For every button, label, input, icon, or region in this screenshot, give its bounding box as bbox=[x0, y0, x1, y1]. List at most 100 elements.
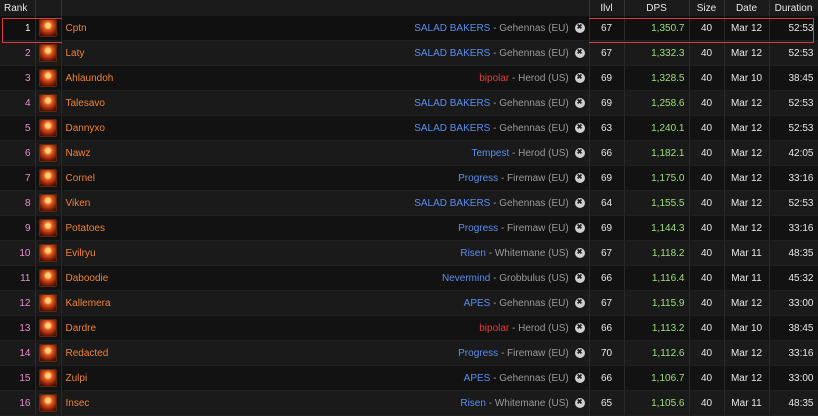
guild-link[interactable]: SALAD BAKERS bbox=[414, 98, 490, 109]
fire-mage-spec-icon bbox=[39, 344, 57, 362]
player-name-link[interactable]: Daboodie bbox=[66, 273, 109, 284]
duration-cell: 52:53 bbox=[769, 190, 818, 216]
ilvl-cell: 69 bbox=[589, 90, 625, 116]
rank-cell: 8 bbox=[0, 190, 36, 216]
table-row[interactable]: 15 Zulpi APES - Gehennas (EU) ✖ 66 1,106… bbox=[0, 365, 818, 391]
guild-link[interactable]: APES bbox=[464, 298, 491, 309]
ilvl-cell: 63 bbox=[589, 115, 625, 141]
size-cell: 40 bbox=[689, 215, 725, 241]
horde-faction-icon: ✖ bbox=[574, 47, 585, 58]
table-row[interactable]: 4 Talesavo SALAD BAKERS - Gehennas (EU) … bbox=[0, 90, 818, 116]
guild-link[interactable]: SALAD BAKERS bbox=[414, 123, 490, 134]
horde-faction-icon: ✖ bbox=[574, 147, 585, 158]
table-row[interactable]: 2 Laty SALAD BAKERS - Gehennas (EU) ✖ 67… bbox=[0, 40, 818, 66]
date-column-header[interactable]: Date bbox=[724, 0, 770, 16]
guild-realm: APES - Gehennas (EU) ✖ bbox=[464, 298, 585, 309]
dps-cell: 1,350.7 bbox=[624, 16, 690, 41]
table-row[interactable]: 7 Cornel Progress - Firemaw (EU) ✖ 69 1,… bbox=[0, 165, 818, 191]
size-cell: 40 bbox=[689, 165, 725, 191]
guild-link[interactable]: Progress bbox=[458, 173, 498, 184]
size-cell: 40 bbox=[689, 90, 725, 116]
guild-link[interactable]: bipolar bbox=[479, 73, 509, 84]
guild-link[interactable]: SALAD BAKERS bbox=[414, 48, 490, 59]
player-name-link[interactable]: Insec bbox=[66, 398, 90, 409]
table-row[interactable]: 1 Cptn SALAD BAKERS - Gehennas (EU) ✖ 67… bbox=[0, 16, 818, 41]
table-row[interactable]: 11 Daboodie Nevermind - Grobbulus (US) ✖… bbox=[0, 265, 818, 291]
player-name-link[interactable]: Redacted bbox=[66, 348, 109, 359]
duration-column-header[interactable]: Duration bbox=[769, 0, 818, 16]
guild-link[interactable]: Risen bbox=[460, 248, 486, 259]
player-name-link[interactable]: Zulpi bbox=[66, 373, 88, 384]
ilvl-cell: 67 bbox=[589, 240, 625, 266]
player-name-link[interactable]: Laty bbox=[66, 48, 85, 59]
ilvl-cell: 67 bbox=[589, 16, 625, 41]
size-cell: 40 bbox=[689, 240, 725, 266]
player-name-link[interactable]: Dardre bbox=[66, 323, 97, 334]
guild-link[interactable]: APES bbox=[464, 373, 491, 384]
player-name-link[interactable]: Potatoes bbox=[66, 223, 105, 234]
player-name-link[interactable]: Cptn bbox=[66, 23, 87, 34]
player-name-link[interactable]: Dannyxo bbox=[66, 123, 105, 134]
rank-cell: 14 bbox=[0, 340, 36, 366]
date-cell: Mar 12 bbox=[724, 165, 770, 191]
rank-cell: 4 bbox=[0, 90, 36, 116]
table-row[interactable]: 9 Potatoes Progress - Firemaw (EU) ✖ 69 … bbox=[0, 215, 818, 241]
table-row[interactable]: 13 Dardre bipolar - Herod (US) ✖ 66 1,11… bbox=[0, 315, 818, 341]
icon-column-header bbox=[35, 0, 62, 16]
guild-link[interactable]: SALAD BAKERS bbox=[414, 198, 490, 209]
guild-link[interactable]: SALAD BAKERS bbox=[414, 23, 490, 34]
horde-faction-icon: ✖ bbox=[574, 247, 585, 258]
realm-label: Gehennas (EU) bbox=[499, 297, 569, 309]
guild-realm: APES - Gehennas (EU) ✖ bbox=[464, 373, 585, 384]
duration-cell: 33:16 bbox=[769, 340, 818, 366]
dps-column-header[interactable]: DPS bbox=[624, 0, 690, 16]
player-name-link[interactable]: Nawz bbox=[66, 148, 91, 159]
size-cell: 40 bbox=[689, 16, 725, 41]
horde-faction-icon: ✖ bbox=[574, 372, 585, 383]
table-row[interactable]: 16 Insec Risen - Whitemane (US) ✖ 65 1,1… bbox=[0, 390, 818, 416]
player-name-link[interactable]: Evilryu bbox=[66, 248, 96, 259]
dps-cell: 1,240.1 bbox=[624, 115, 690, 141]
guild-link[interactable]: Progress bbox=[458, 223, 498, 234]
fire-mage-spec-icon bbox=[39, 144, 57, 162]
ilvl-column-header[interactable]: Ilvl bbox=[589, 0, 625, 16]
guild-link[interactable]: Progress bbox=[458, 348, 498, 359]
player-name-link[interactable]: Ahlaundoh bbox=[66, 73, 114, 84]
table-row[interactable]: 5 Dannyxo SALAD BAKERS - Gehennas (EU) ✖… bbox=[0, 115, 818, 141]
guild-realm: Risen - Whitemane (US) ✖ bbox=[460, 247, 585, 259]
table-row[interactable]: 6 Nawz Tempest - Herod (US) ✖ 66 1,182.1… bbox=[0, 140, 818, 166]
rank-cell: 9 bbox=[0, 215, 36, 241]
fire-mage-spec-icon bbox=[39, 169, 57, 187]
dps-cell: 1,155.5 bbox=[624, 190, 690, 216]
ilvl-cell: 66 bbox=[589, 140, 625, 166]
table-row[interactable]: 10 Evilryu Risen - Whitemane (US) ✖ 67 1… bbox=[0, 240, 818, 266]
ilvl-cell: 66 bbox=[589, 265, 625, 291]
date-cell: Mar 11 bbox=[724, 265, 770, 291]
guild-link[interactable]: bipolar bbox=[479, 323, 509, 334]
rank-column-header[interactable]: Rank bbox=[0, 0, 36, 16]
guild-link[interactable]: Nevermind bbox=[442, 273, 490, 284]
guild-link[interactable]: Risen bbox=[460, 398, 486, 409]
player-name-link[interactable]: Talesavo bbox=[66, 98, 105, 109]
horde-faction-icon: ✖ bbox=[574, 72, 585, 83]
duration-cell: 52:53 bbox=[769, 16, 818, 41]
table-row[interactable]: 8 Viken SALAD BAKERS - Gehennas (EU) ✖ 6… bbox=[0, 190, 818, 216]
duration-cell: 52:53 bbox=[769, 115, 818, 141]
guild-realm: Progress - Firemaw (EU) ✖ bbox=[458, 173, 585, 184]
date-cell: Mar 10 bbox=[724, 315, 770, 341]
duration-cell: 33:00 bbox=[769, 365, 818, 391]
table-row[interactable]: 12 Kallemera APES - Gehennas (EU) ✖ 67 1… bbox=[0, 290, 818, 316]
table-row[interactable]: 3 Ahlaundoh bipolar - Herod (US) ✖ 69 1,… bbox=[0, 65, 818, 91]
fire-mage-spec-icon bbox=[39, 294, 57, 312]
table-row[interactable]: 14 Redacted Progress - Firemaw (EU) ✖ 70… bbox=[0, 340, 818, 366]
guild-link[interactable]: Tempest bbox=[471, 148, 509, 159]
player-name-link[interactable]: Cornel bbox=[66, 173, 95, 184]
rank-cell: 1 bbox=[0, 16, 36, 41]
player-name-link[interactable]: Viken bbox=[66, 198, 91, 209]
size-column-header[interactable]: Size bbox=[689, 0, 725, 16]
guild-realm: Progress - Firemaw (EU) ✖ bbox=[458, 223, 585, 234]
rank-cell: 3 bbox=[0, 65, 36, 91]
horde-faction-icon: ✖ bbox=[574, 22, 585, 33]
player-name-link[interactable]: Kallemera bbox=[66, 298, 111, 309]
horde-faction-icon: ✖ bbox=[574, 297, 585, 308]
